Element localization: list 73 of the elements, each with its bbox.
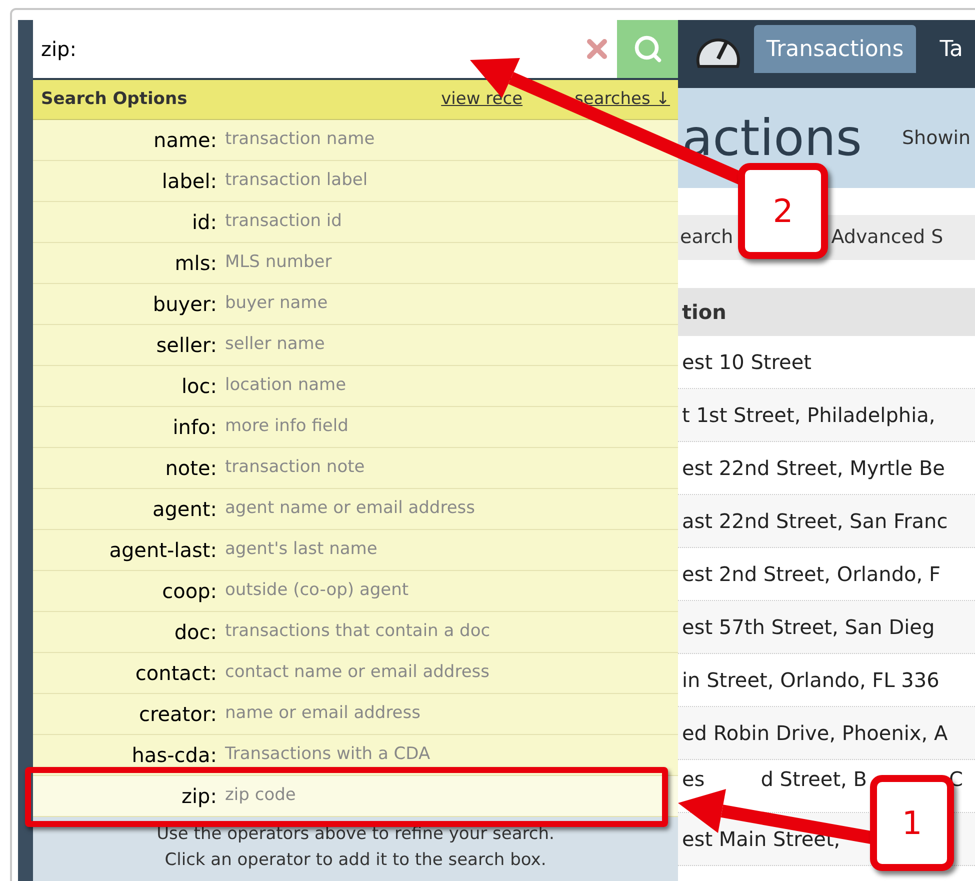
options-title: Search Options	[41, 88, 188, 111]
address-cell-text: t 1st Street, Philadelphia,	[682, 402, 936, 429]
recent-searches-link[interactable]: searches ↓	[574, 86, 670, 112]
operator-hint: outside (co-op) agent	[225, 579, 409, 602]
option-row[interactable]: creator: name or email address	[33, 694, 678, 735]
option-row[interactable]: id: transaction id	[33, 202, 678, 243]
operator-hint: location name	[225, 374, 346, 398]
page-subtitle: Showin	[902, 126, 971, 151]
address-cell-text: est 57th Street, San Dieg	[682, 614, 935, 641]
option-row[interactable]: doc: transactions that contain a doc	[33, 612, 678, 653]
subtab[interactable]: earch	[680, 223, 734, 252]
option-row[interactable]: note: transaction note	[33, 448, 678, 489]
operator-label: note:	[164, 455, 217, 482]
address-cell-text: est 10 Street	[682, 349, 812, 376]
option-row[interactable]: loc: location name	[33, 366, 678, 407]
address-cell-text: in Street, Orlando, FL 336	[682, 667, 940, 694]
option-row[interactable]: name: transaction name	[33, 120, 678, 161]
option-row[interactable]: buyer: buyer name	[33, 284, 678, 325]
option-row[interactable]: label: transaction label	[33, 161, 678, 202]
option-row[interactable]: agent: agent name or email address	[33, 489, 678, 530]
option-row[interactable]: agent-last: agent's last name	[33, 530, 678, 571]
operator-label: agent:	[151, 496, 217, 523]
option-row[interactable]: zip: zip code	[33, 776, 678, 817]
operator-hint: transaction note	[225, 456, 365, 480]
option-row[interactable]: info: more info field	[33, 407, 678, 448]
operator-hint: MLS number	[225, 251, 332, 274]
operator-label: loc:	[180, 373, 217, 400]
operator-label: doc:	[173, 619, 217, 646]
recent-searches-link[interactable]: view rece	[441, 86, 523, 112]
operator-label: label:	[160, 168, 217, 195]
search-button[interactable]	[617, 20, 678, 78]
operator-label: seller:	[155, 332, 217, 359]
nav-tab[interactable]: Ta	[928, 25, 975, 73]
address-cell-text: es	[682, 766, 705, 793]
operator-hint: transaction name	[225, 128, 375, 152]
operator-label: id:	[191, 209, 217, 236]
operator-hint: name or email address	[225, 702, 420, 726]
operator-label: info:	[172, 414, 217, 441]
operator-label: agent-last:	[108, 537, 217, 564]
operator-label: contact:	[134, 660, 217, 687]
operator-hint: agent name or email address	[225, 497, 475, 520]
address-cell-text: ast 22nd Street, San Franc	[682, 508, 948, 535]
callout-number: 2	[738, 163, 828, 259]
operator-label: zip:	[180, 783, 217, 810]
operator-hint: Transactions with a CDA	[225, 743, 430, 766]
operator-label: buyer:	[152, 291, 217, 318]
option-row[interactable]: coop: outside (co-op) agent	[33, 571, 678, 612]
operator-hint: buyer name	[225, 292, 328, 316]
subtab[interactable]: Advanced S	[831, 223, 944, 252]
operator-label: mls:	[174, 250, 217, 277]
address-cell-text: ed Robin Drive, Phoenix, A	[682, 720, 948, 747]
option-row[interactable]: mls: MLS number	[33, 243, 678, 284]
option-row[interactable]: contact: contact name or email address	[33, 653, 678, 694]
address-cell-text: est 2nd Street, Orlando, F	[682, 561, 940, 588]
operator-hint: seller name	[225, 333, 325, 356]
operator-hint: contact name or email address	[225, 661, 490, 684]
operator-hint: agent's last name	[225, 538, 378, 562]
help-text: Click an operator to add it to the search box.	[164, 849, 546, 872]
operator-hint: zip code	[225, 784, 296, 808]
operator-label: has-cda:	[130, 742, 217, 769]
address-cell-text: d Street, B	[760, 766, 867, 793]
operator-hint: transaction id	[225, 210, 342, 234]
operator-label: creator:	[138, 701, 217, 728]
operator-hint: more info field	[225, 415, 348, 438]
operator-label: coop:	[161, 578, 217, 605]
option-row[interactable]: seller: seller name	[33, 325, 678, 366]
help-text: Use the operators above to refine your search.	[156, 823, 554, 846]
operator-hint: transaction label	[225, 169, 368, 192]
address-cell-text: est 22nd Street, Myrtle Be	[682, 455, 945, 482]
operator-hint: transactions that contain a doc	[225, 620, 490, 644]
operator-label: name:	[152, 127, 217, 154]
column-header: tion	[682, 299, 726, 326]
search-icon	[632, 34, 662, 64]
